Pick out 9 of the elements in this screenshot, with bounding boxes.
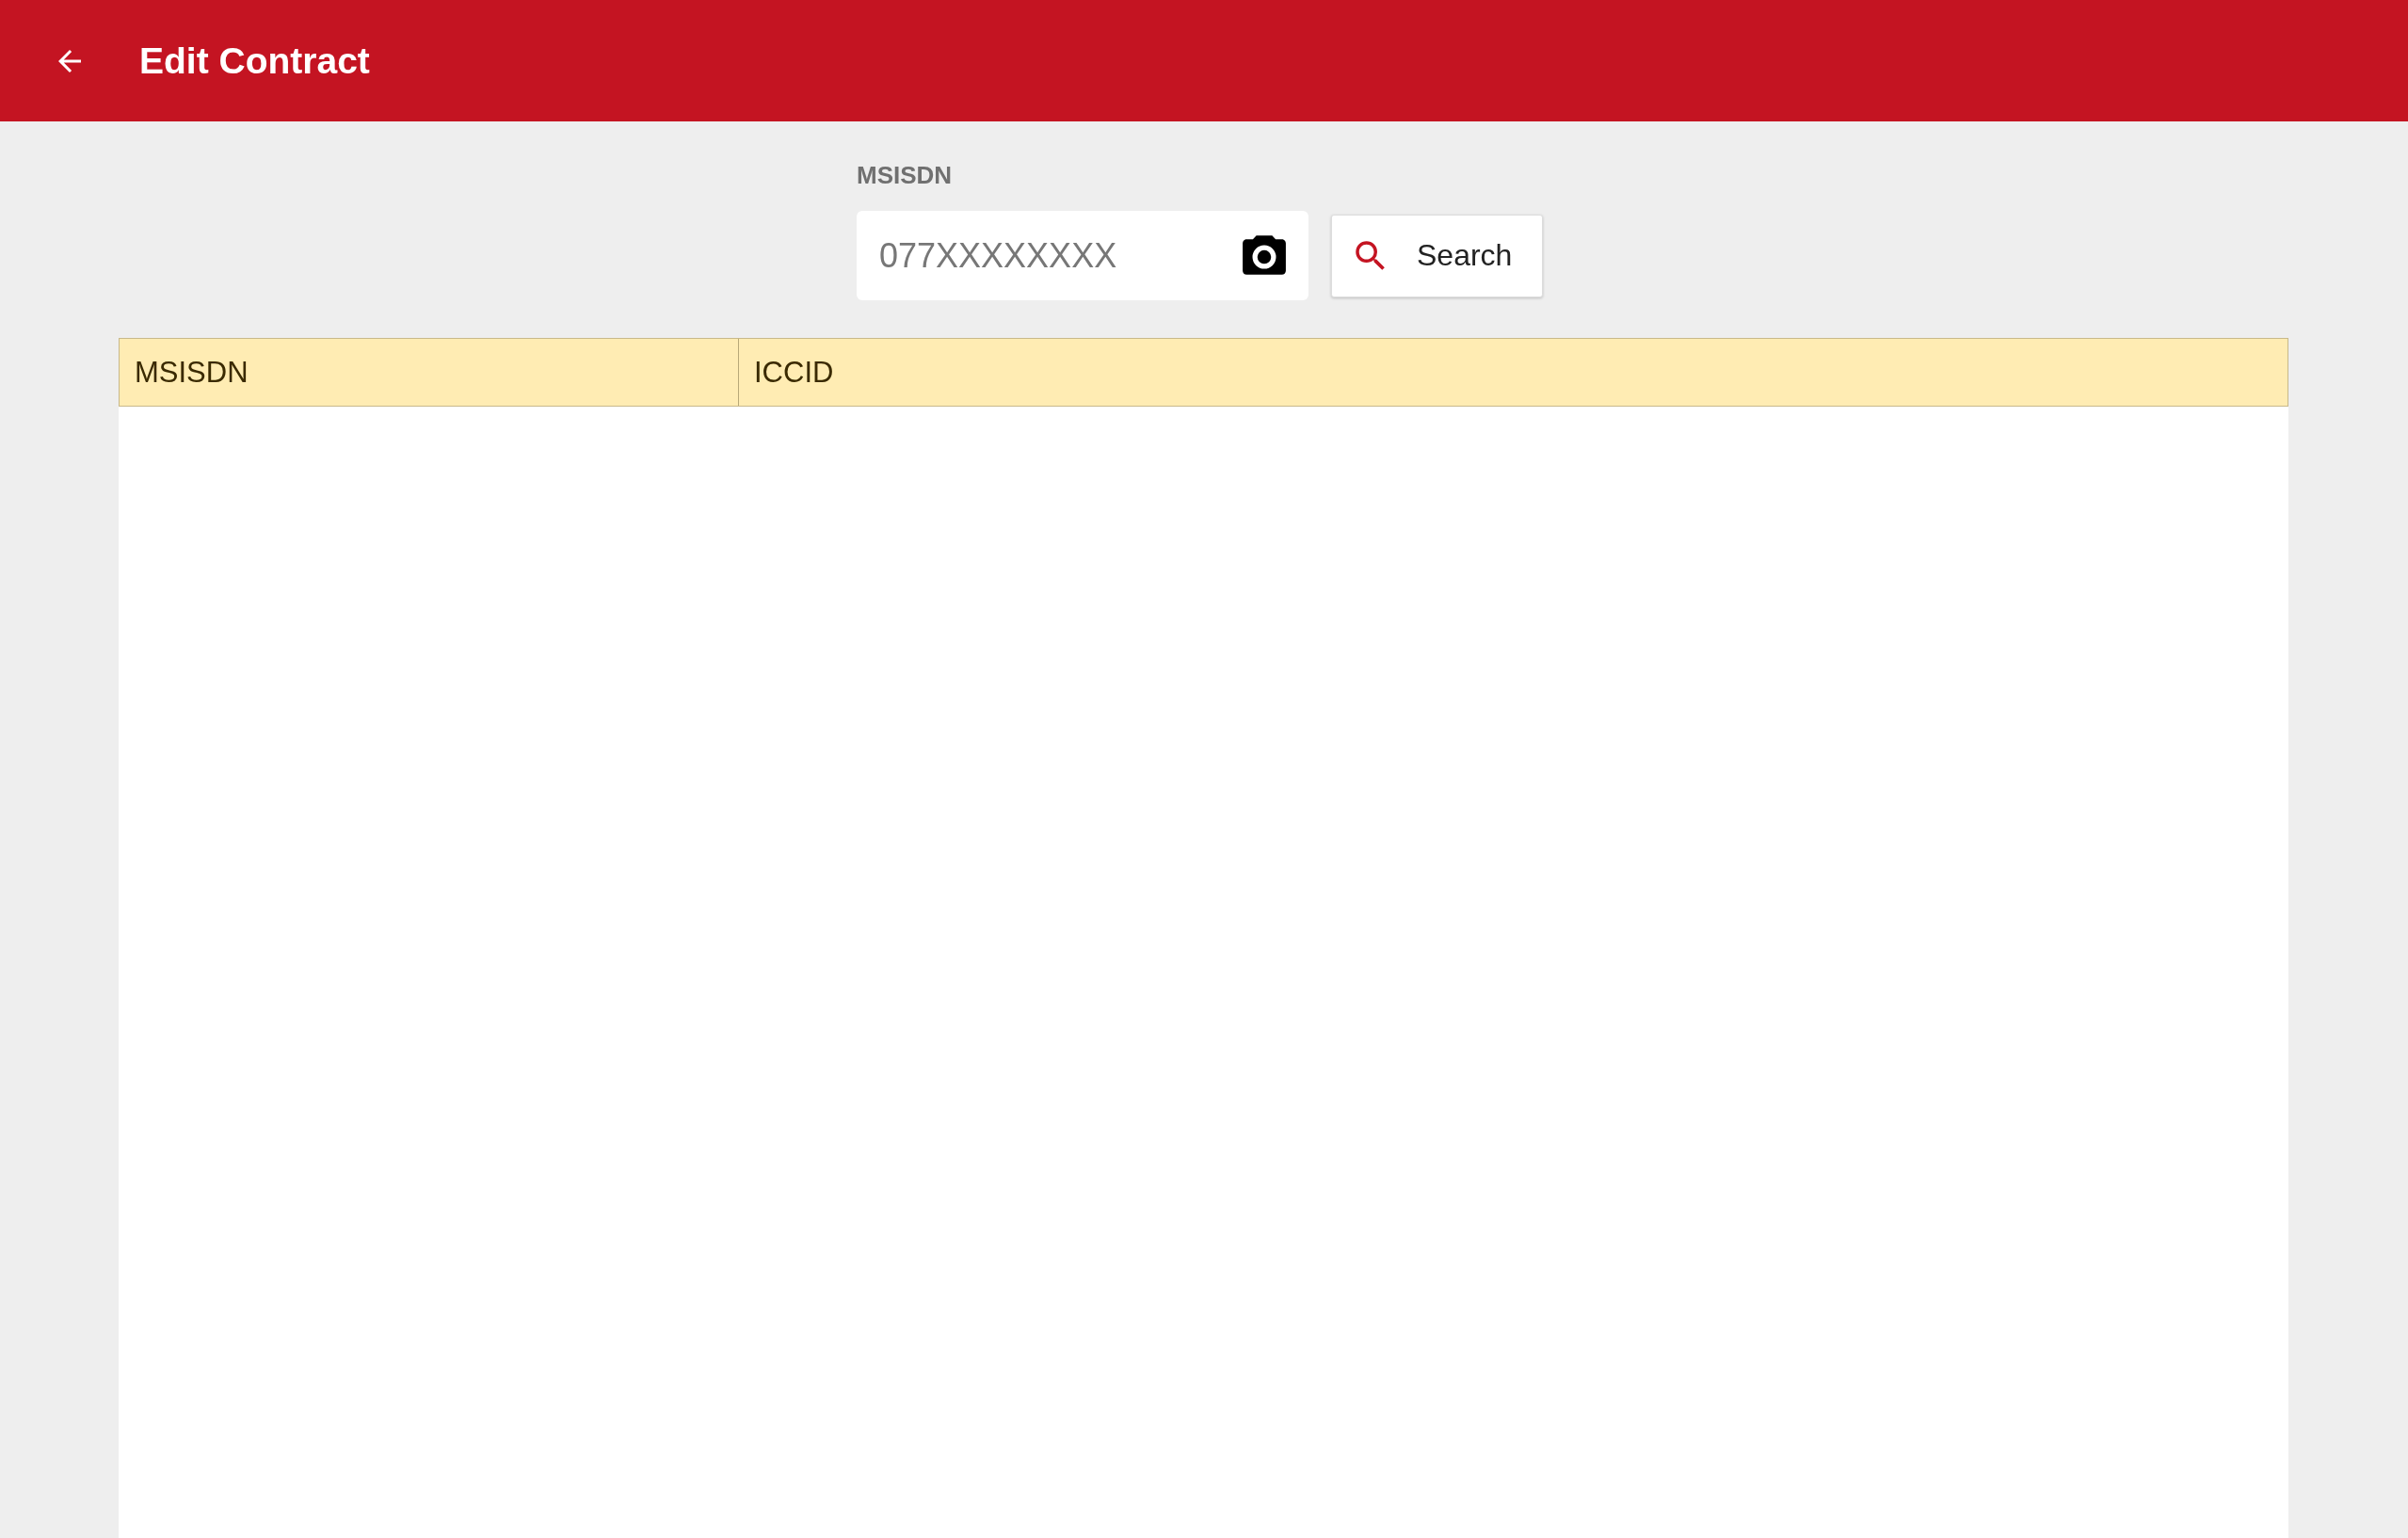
screen-title: Edit Contract xyxy=(139,40,370,82)
column-header: ICCID xyxy=(738,339,2288,406)
camera-button[interactable] xyxy=(1241,234,1288,277)
column-header: MSISDN xyxy=(134,354,249,391)
camera-icon xyxy=(1241,234,1288,277)
field-label: MSISDN xyxy=(857,161,954,190)
search-button[interactable]: Search xyxy=(1331,214,1543,297)
msisdn-field[interactable]: 077XXXXXXXX xyxy=(857,211,1308,300)
msisdn-input-field[interactable]: 077XXXXXXXX xyxy=(877,234,1241,277)
